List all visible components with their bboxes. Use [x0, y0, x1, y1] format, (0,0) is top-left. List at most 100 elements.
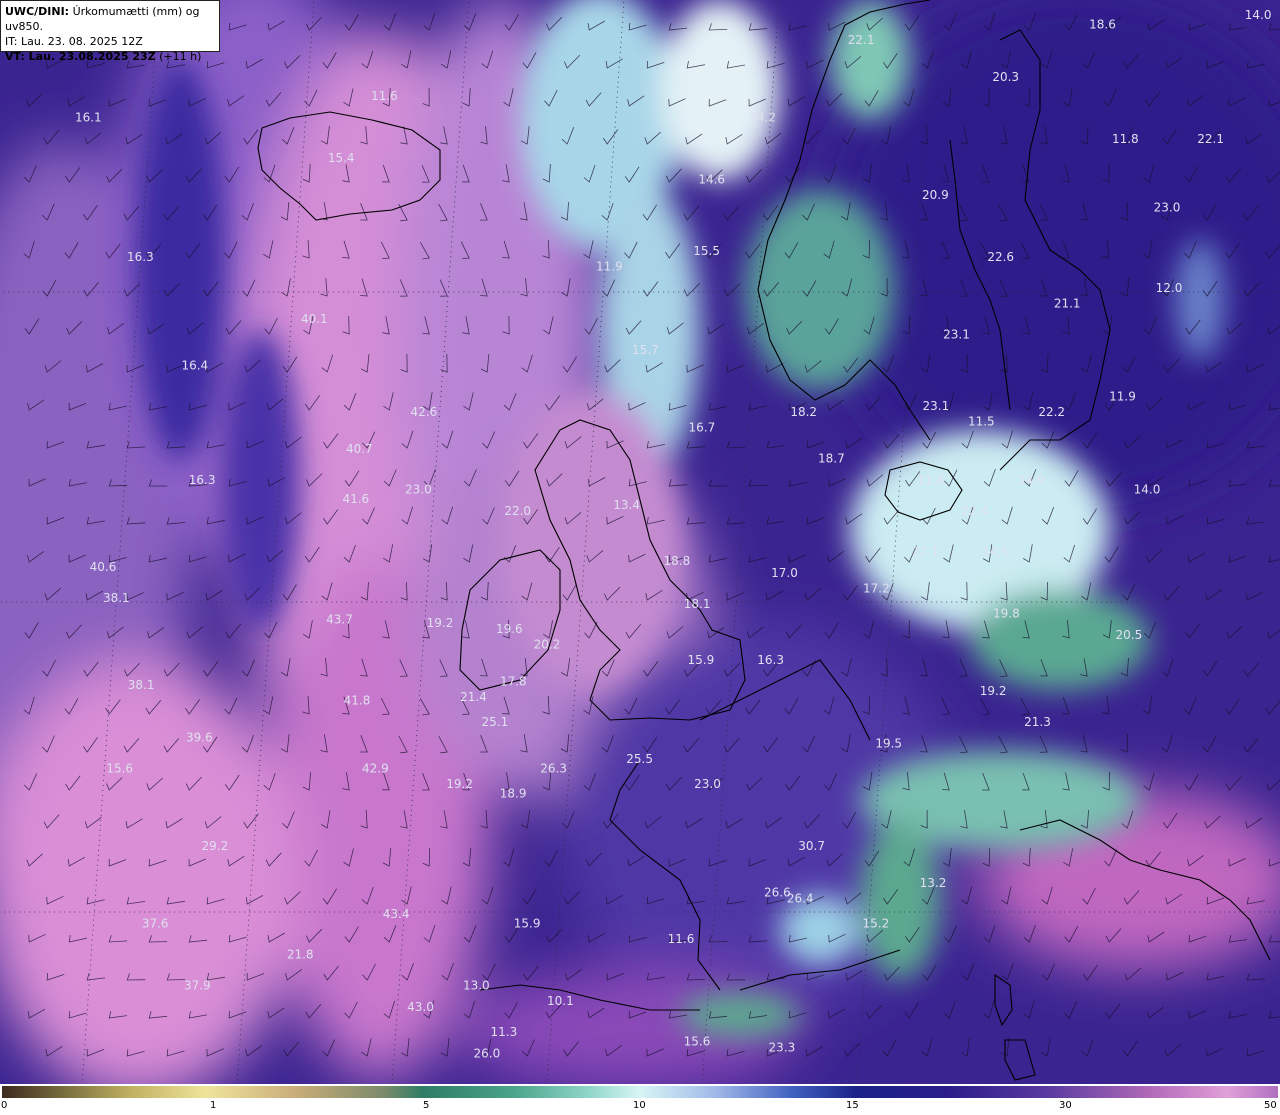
value-label: 20.5 [1116, 628, 1143, 642]
legend-tick-5: 5 [423, 1100, 430, 1111]
value-label: 23.1 [943, 328, 970, 342]
init-time-value: Lau. 23. 08. 2025 12Z [20, 35, 143, 48]
value-label: 11.4 [917, 473, 944, 487]
value-label: 25.1 [482, 715, 509, 729]
value-label: 16.1 [75, 111, 102, 125]
value-label: 18.9 [500, 786, 527, 800]
colorbar [2, 1086, 1278, 1098]
value-label: 15.5 [693, 244, 720, 258]
color-legend: 0 1 5 10 15 30 50 [0, 1084, 1280, 1115]
value-label: 17.0 [771, 566, 798, 580]
valid-time-value: VT: Lau. 23.08.2025 23Z [5, 50, 156, 63]
value-label: 41.6 [342, 492, 369, 506]
value-label: 14.0 [1134, 483, 1161, 497]
value-label: 13.0 [463, 979, 490, 993]
value-label: 43.7 [326, 613, 353, 627]
map-info-box: UWC/DINI: Úrkomumætti (mm) og uv850. IT:… [0, 0, 220, 63]
value-label: 22.2 [1038, 405, 1065, 419]
value-label: 16.3 [757, 653, 784, 667]
valid-time-line: VT: Lau. 23.08.2025 23Z (+11 h) [5, 49, 215, 64]
value-label: 29.2 [202, 839, 229, 853]
value-label: 26.0 [474, 1047, 501, 1061]
value-label: 23.3 [769, 1041, 796, 1055]
value-label: 23.0 [1154, 200, 1181, 214]
value-label: 19.2 [446, 777, 473, 791]
value-label: 18.6 [1089, 18, 1116, 32]
value-label: 11.6 [371, 89, 398, 103]
value-label: 21.3 [1024, 715, 1051, 729]
value-label: 21.8 [287, 948, 314, 962]
value-label: 19.5 [875, 737, 902, 751]
model-name: UWC/DINI: [5, 5, 70, 18]
value-label: 18.8 [664, 554, 691, 568]
value-label: 14.6 [698, 173, 725, 187]
value-label: 26.4 [787, 892, 814, 906]
legend-tick-30: 30 [1059, 1100, 1072, 1111]
value-label: 16.3 [127, 250, 154, 264]
value-label: 40.1 [301, 312, 328, 326]
value-label: 37.6 [142, 917, 169, 931]
value-label: 19.8 [993, 607, 1020, 621]
value-label: 21.4 [460, 690, 487, 704]
value-label: 11.3 [491, 1025, 518, 1039]
value-label: 17.2 [863, 582, 890, 596]
value-label: 41.8 [344, 693, 371, 707]
value-label: 13.2 [920, 876, 947, 890]
value-label: 23.0 [694, 777, 721, 791]
legend-tick-50: 50 [1264, 1100, 1277, 1111]
value-label: 10.1 [547, 994, 574, 1008]
value-label: 20.3 [992, 70, 1019, 84]
value-label: 40.7 [346, 442, 373, 456]
value-label: 15.9 [688, 653, 715, 667]
value-label: 14.9 [1018, 473, 1045, 487]
value-label: 39.6 [186, 731, 213, 745]
value-label: 13.4 [613, 498, 640, 512]
value-label: 16.4 [181, 359, 208, 373]
legend-tick-15: 15 [846, 1100, 859, 1111]
value-label: 18.7 [818, 452, 845, 466]
value-label: 37.9 [184, 979, 211, 993]
value-label: 23.1 [923, 399, 950, 413]
value-label: 22.6 [987, 250, 1014, 264]
value-label: 11.9 [596, 259, 623, 273]
value-label: 14.2 [749, 111, 776, 125]
legend-tick-1: 1 [210, 1100, 217, 1111]
value-label: 23.0 [405, 483, 432, 497]
value-label: 22.1 [912, 545, 939, 559]
init-time-line: IT: Lau. 23. 08. 2025 12Z [5, 34, 215, 49]
value-label: 14.6 [982, 545, 1009, 559]
value-label: 42.9 [362, 762, 389, 776]
value-label: 40.6 [90, 560, 117, 574]
value-label: 43.4 [383, 907, 410, 921]
value-label: 43.0 [407, 1000, 434, 1014]
value-label: 22.1 [1197, 132, 1224, 146]
value-label: 16.3 [189, 473, 216, 487]
value-label: 11.5 [968, 414, 995, 428]
value-label: 14.0 [1245, 8, 1272, 22]
init-time-label: IT: [5, 35, 18, 48]
value-label: 15.2 [863, 917, 890, 931]
title-line: UWC/DINI: Úrkomumætti (mm) og uv850. [5, 4, 215, 34]
value-label: 42.6 [411, 405, 438, 419]
legend-tick-10: 10 [633, 1100, 646, 1111]
value-label: 38.1 [128, 678, 155, 692]
value-label: 15.6 [106, 762, 133, 776]
value-label: 11.8 [1112, 132, 1139, 146]
value-label: 12.0 [1156, 281, 1183, 295]
value-label: 18.1 [684, 597, 711, 611]
value-label: 18.2 [790, 405, 817, 419]
value-label: 16.7 [689, 421, 716, 435]
precipitable-water-map[interactable]: 18.622.120.314.016.111.611.822.114.216.1… [0, 0, 1280, 1084]
value-label: 22.1 [848, 33, 875, 47]
value-label: 15.7 [632, 343, 659, 357]
value-label: 19.2 [427, 616, 454, 630]
value-label: 20.9 [922, 188, 949, 202]
value-label: 38.1 [103, 591, 130, 605]
value-label: 19.6 [496, 622, 523, 636]
value-label: 26.3 [540, 762, 567, 776]
legend-tick-0: 0 [1, 1100, 8, 1111]
value-label: 15.6 [684, 1034, 711, 1048]
valid-time-offset: (+11 h) [159, 50, 202, 63]
value-label: 30.7 [798, 839, 825, 853]
value-label: 25.5 [626, 752, 653, 766]
